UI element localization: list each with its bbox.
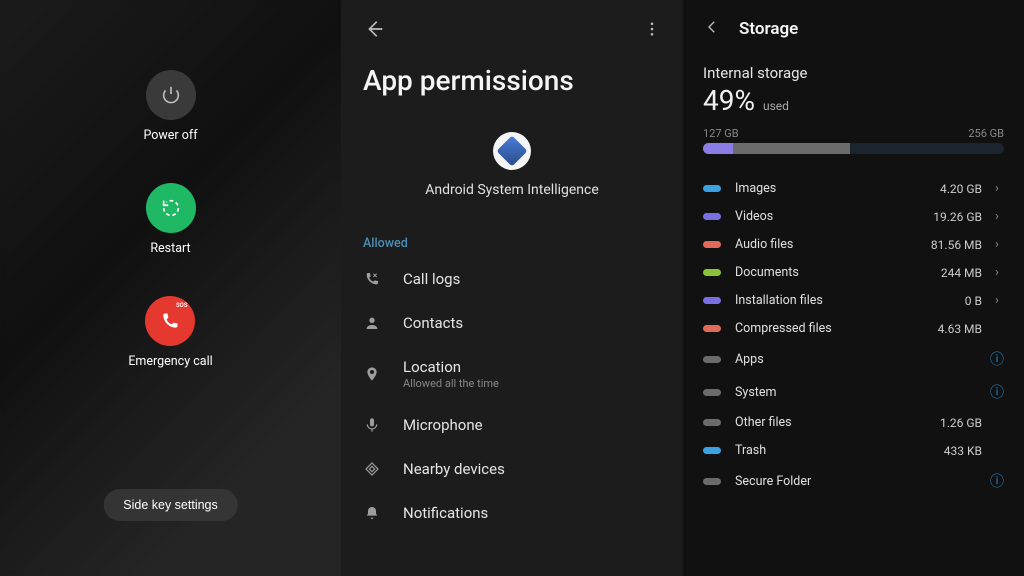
chevron-right-icon[interactable]: ›: [990, 265, 1004, 280]
storage-category-row[interactable]: Trash433 KB: [703, 438, 1004, 463]
location-icon: [363, 366, 381, 382]
category-value: 81.56 MB: [931, 238, 982, 252]
back-icon[interactable]: [363, 18, 385, 44]
category-swatch: [703, 213, 721, 220]
permission-microphone[interactable]: Microphone: [363, 403, 661, 447]
info-icon[interactable]: ⓘ: [990, 382, 1004, 402]
side-key-settings-button[interactable]: Side key settings: [103, 489, 238, 521]
storage-category-row[interactable]: Secure Folder ⓘ: [703, 466, 1004, 496]
category-value: 1.26 GB: [940, 416, 982, 430]
storage-category-row[interactable]: Installation files0 B ›: [703, 288, 1004, 313]
app-identity: Android System Intelligence: [363, 132, 661, 198]
back-icon[interactable]: [703, 18, 721, 40]
category-name: Apps: [735, 352, 982, 367]
microphone-icon: [363, 417, 381, 433]
emergency-label: Emergency call: [128, 354, 212, 369]
power-off-button[interactable]: Power off: [143, 70, 197, 143]
category-name: Audio files: [735, 237, 931, 252]
storage-bar: [703, 143, 1004, 154]
category-swatch: [703, 269, 721, 276]
allowed-section-header: Allowed: [363, 236, 661, 251]
restart-button[interactable]: Restart: [146, 183, 196, 256]
used-capacity: 127 GB: [703, 127, 739, 140]
category-name: Installation files: [735, 293, 965, 308]
page-title: App permissions: [363, 64, 661, 97]
power-off-label: Power off: [143, 128, 197, 143]
app-permissions-panel: App permissions Android System Intellige…: [341, 0, 683, 576]
category-name: Trash: [735, 443, 944, 458]
perm-label: Location: [403, 358, 499, 376]
total-capacity: 256 GB: [968, 127, 1004, 140]
bell-icon: [363, 505, 381, 521]
info-icon[interactable]: ⓘ: [990, 349, 1004, 369]
perm-label: Call logs: [403, 270, 460, 288]
storage-category-row[interactable]: System ⓘ: [703, 377, 1004, 407]
chevron-right-icon[interactable]: ›: [990, 209, 1004, 224]
percent-used-value: 49%: [703, 84, 755, 117]
internal-storage-label: Internal storage: [703, 64, 1004, 82]
perm-label: Contacts: [403, 314, 463, 332]
chevron-right-icon[interactable]: ›: [990, 293, 1004, 308]
storage-category-row[interactable]: Other files1.26 GB: [703, 410, 1004, 435]
phone-log-icon: [363, 271, 381, 287]
permission-notifications[interactable]: Notifications: [363, 491, 661, 535]
category-swatch: [703, 389, 721, 396]
category-swatch: [703, 478, 721, 485]
emergency-call-button[interactable]: SOS Emergency call: [128, 296, 212, 369]
storage-category-row[interactable]: Videos19.26 GB ›: [703, 204, 1004, 229]
more-icon[interactable]: [643, 20, 661, 42]
category-value: 4.20 GB: [940, 182, 982, 196]
app-icon: [493, 132, 531, 170]
nearby-icon: [363, 461, 381, 477]
category-swatch: [703, 356, 721, 363]
category-name: Images: [735, 181, 940, 196]
perm-label: Nearby devices: [403, 460, 505, 478]
category-swatch: [703, 447, 721, 454]
category-value: 0 B: [965, 294, 982, 308]
category-name: Videos: [735, 209, 933, 224]
app-name-label: Android System Intelligence: [425, 182, 599, 198]
category-swatch: [703, 241, 721, 248]
phone-icon: SOS: [145, 296, 195, 346]
category-value: 19.26 GB: [933, 210, 982, 224]
category-value: 433 KB: [944, 444, 982, 458]
perm-label: Notifications: [403, 504, 488, 522]
storage-panel: Storage Internal storage 49% used 127 GB…: [683, 0, 1024, 576]
perm-sublabel: Allowed all the time: [403, 377, 499, 390]
perm-label: Microphone: [403, 416, 483, 434]
category-name: Documents: [735, 265, 941, 280]
restart-label: Restart: [150, 241, 190, 256]
permission-nearby-devices[interactable]: Nearby devices: [363, 447, 661, 491]
contacts-icon: [363, 315, 381, 331]
storage-category-row[interactable]: Audio files81.56 MB ›: [703, 232, 1004, 257]
info-icon[interactable]: ⓘ: [990, 471, 1004, 491]
permission-call-logs[interactable]: Call logs: [363, 257, 661, 301]
category-swatch: [703, 419, 721, 426]
storage-category-row[interactable]: Documents244 MB ›: [703, 260, 1004, 285]
category-name: Other files: [735, 415, 940, 430]
category-name: Secure Folder: [735, 474, 982, 489]
permission-contacts[interactable]: Contacts: [363, 301, 661, 345]
category-swatch: [703, 325, 721, 332]
storage-category-row[interactable]: Images4.20 GB ›: [703, 176, 1004, 201]
category-value: 4.63 MB: [938, 322, 982, 336]
power-menu-panel: Power off Restart SOS Emergency call Sid…: [0, 0, 341, 576]
category-name: Compressed files: [735, 321, 938, 336]
storage-category-row[interactable]: Apps ⓘ: [703, 344, 1004, 374]
category-swatch: [703, 297, 721, 304]
storage-category-list: Images4.20 GB›Videos19.26 GB›Audio files…: [703, 176, 1004, 496]
category-swatch: [703, 185, 721, 192]
chevron-right-icon[interactable]: ›: [990, 181, 1004, 196]
category-name: System: [735, 385, 982, 400]
chevron-right-icon[interactable]: ›: [990, 237, 1004, 252]
category-value: 244 MB: [941, 266, 982, 280]
used-label: used: [763, 99, 789, 113]
permission-location[interactable]: Location Allowed all the time: [363, 345, 661, 403]
storage-category-row[interactable]: Compressed files4.63 MB: [703, 316, 1004, 341]
restart-icon: [146, 183, 196, 233]
sos-badge: SOS: [176, 302, 187, 309]
page-title: Storage: [739, 19, 798, 39]
power-icon: [146, 70, 196, 120]
